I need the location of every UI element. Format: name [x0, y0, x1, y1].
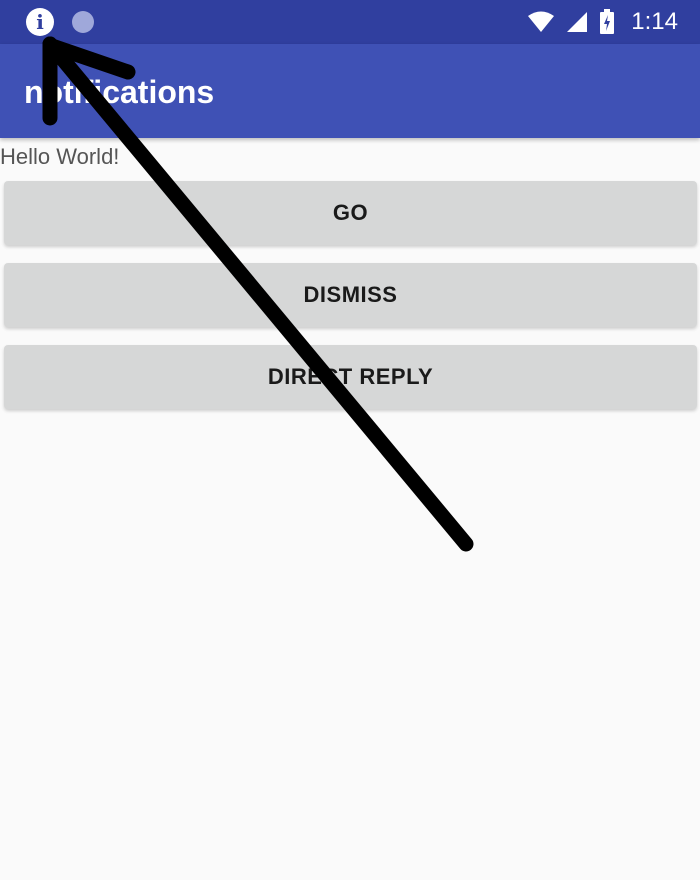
dismiss-button[interactable]: DISMISS [4, 263, 697, 327]
app-bar: notifications [0, 44, 700, 138]
direct-reply-button[interactable]: DIRECT REPLY [4, 345, 697, 409]
battery-icon [600, 9, 615, 34]
info-icon[interactable]: i [26, 8, 54, 36]
clock: 1:14 [631, 8, 678, 35]
status-right-icons: 1:14 [527, 8, 678, 36]
notification-dot-icon [72, 11, 94, 33]
go-button[interactable]: GO [4, 181, 697, 245]
status-left-icons: i [26, 8, 94, 36]
hello-text: Hello World! [0, 144, 120, 169]
app-title: notifications [24, 74, 215, 110]
wifi-icon [528, 11, 555, 32]
status-bar: i 1:14 [0, 0, 700, 44]
cell-signal-icon [567, 12, 588, 32]
